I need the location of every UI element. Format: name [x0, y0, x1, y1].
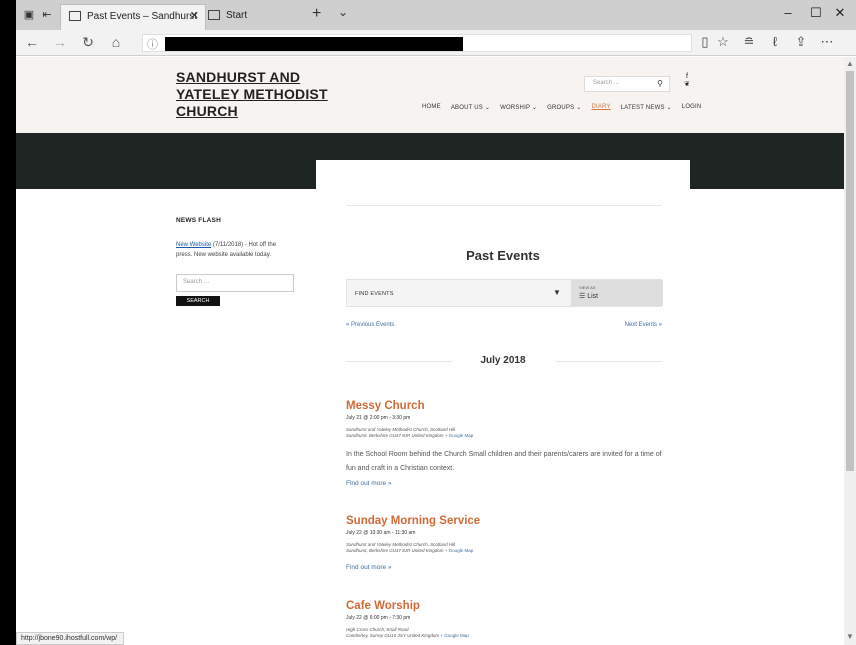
tab-past-events[interactable]: Past Events – Sandhurst ✕	[60, 4, 206, 30]
news-link[interactable]: New Website	[176, 242, 211, 248]
tab-preview-chevron-icon[interactable]: ⌄	[338, 5, 348, 19]
page-title: Past Events	[466, 248, 540, 263]
event-title-link[interactable]: Messy Church	[346, 400, 666, 412]
event-date: July 21 @ 2:00 pm - 3:30 pm	[346, 415, 411, 421]
event-date: July 22 @ 10:30 am - 11:30 am	[346, 530, 416, 536]
sidebar-search-placeholder: Search …	[183, 279, 210, 285]
tab-title: Start	[226, 10, 248, 21]
close-tab-icon[interactable]: ✕	[190, 9, 199, 22]
events-content: Past Events FIND EVENTS ▼ VIEW AS ☰ List…	[316, 160, 690, 645]
sidebar-search-input[interactable]: Search …	[176, 274, 294, 292]
scroll-up-icon[interactable]: ▲	[846, 59, 854, 68]
new-tab-button[interactable]: +	[312, 5, 321, 23]
month-separator: July 2018	[480, 355, 526, 366]
event-venue: High Cross Church, Knoll Road Camberley,…	[346, 627, 666, 639]
sidebar-search-button[interactable]: SEARCH	[176, 296, 220, 306]
event-title-link[interactable]: Sunday Morning Service	[346, 515, 666, 527]
tabs-aside-icon[interactable]: ⇤	[40, 8, 54, 22]
event-title-link[interactable]: Cafe Worship	[346, 600, 666, 612]
nav-latest-news[interactable]: LATEST NEWS ⌄	[621, 104, 672, 111]
url-input[interactable]: ⓘ	[142, 34, 692, 52]
start-page-icon	[208, 10, 220, 20]
refresh-icon[interactable]: ↻	[80, 34, 96, 51]
event-venue: Sandhurst and Yateley Methodist Church, …	[346, 427, 666, 439]
scroll-thumb[interactable]	[846, 71, 854, 471]
venue-line: Sandhurst, Berkshire GU47 8JR United Kin…	[346, 548, 444, 553]
page-icon	[69, 11, 81, 21]
nav-about-us[interactable]: ABOUT US ⌄	[451, 104, 490, 111]
scroll-down-icon[interactable]: ▼	[846, 632, 854, 641]
previous-events-link[interactable]: « Previous Events	[346, 322, 394, 328]
google-map-link[interactable]: + Google Map	[440, 633, 468, 638]
twitter-icon[interactable]: ❦	[682, 81, 692, 89]
event-item: Cafe Worship July 22 @ 6:00 pm - 7:30 pm…	[346, 600, 666, 639]
favorite-star-icon[interactable]: ☆	[714, 34, 732, 50]
status-bar-url: http://jbone90.ihostfull.com/wp/	[16, 632, 125, 645]
caret-down-icon[interactable]: ▼	[553, 288, 561, 297]
events-filter-bar: FIND EVENTS ▼ VIEW AS ☰ List	[346, 279, 663, 307]
title-bar: ▣ ⇤ Past Events – Sandhurst ✕ Start + ⌄ …	[16, 0, 856, 30]
search-icon[interactable]: ⚲	[657, 79, 663, 88]
next-events-link[interactable]: Next Events »	[625, 322, 662, 328]
reading-view-icon[interactable]: ▯	[696, 34, 714, 50]
site-title-link[interactable]: SANDHURST AND YATELEY METHODIST CHURCH	[176, 69, 346, 120]
close-window-button[interactable]: ✕	[830, 5, 850, 21]
nav-home[interactable]: HOME	[422, 104, 441, 111]
google-map-link[interactable]: + Google Map	[445, 433, 473, 438]
find-out-more-link[interactable]: Find out more »	[346, 564, 666, 571]
nav-login[interactable]: LOGIN	[682, 104, 702, 111]
venue-line: Sandhurst, Berkshire GU47 8JR United Kin…	[346, 433, 444, 438]
url-redacted	[165, 37, 463, 51]
facebook-icon[interactable]: f	[682, 73, 692, 81]
social-links: f ❦	[682, 73, 692, 89]
view-as-label: VIEW AS	[579, 285, 596, 290]
event-venue: Sandhurst and Yateley Methodist Church, …	[346, 542, 666, 554]
screen-background: ▣ ⇤ Past Events – Sandhurst ✕ Start + ⌄ …	[0, 0, 856, 645]
view-as-value: ☰ List	[579, 293, 599, 300]
maximize-button[interactable]: ☐	[806, 5, 826, 21]
minimize-button[interactable]: –	[778, 5, 798, 20]
site-header: SANDHURST AND YATELEY METHODIST CHURCH S…	[16, 57, 844, 133]
back-arrow-icon[interactable]: ←	[24, 34, 40, 50]
news-item: New Website (7/11/2018) - Hot off the pr…	[176, 240, 294, 260]
event-item: Messy Church July 21 @ 2:00 pm - 3:30 pm…	[346, 400, 666, 487]
view-as-selector[interactable]: VIEW AS ☰ List	[571, 280, 663, 306]
tab-actions-icon[interactable]: ▣	[22, 8, 36, 22]
venue-line: Camberley, Surrey GU15 3SY United Kingdo…	[346, 633, 440, 638]
divider	[346, 205, 662, 206]
sidebar: NEWS FLASH New Website (7/11/2018) - Hot…	[176, 217, 294, 306]
event-date: July 22 @ 6:00 pm - 7:30 pm	[346, 615, 411, 621]
news-flash-heading: NEWS FLASH	[176, 217, 221, 224]
find-events-toggle[interactable]: FIND EVENTS	[355, 291, 394, 297]
event-description: In the School Room behind the Church Sma…	[346, 451, 662, 472]
favorites-hub-icon[interactable]: ≘	[740, 34, 758, 50]
tab-title: Past Events – Sandhurst	[87, 11, 198, 22]
main-navigation: HOME ABOUT US ⌄ WORSHIP ⌄ GROUPS ⌄ DIARY…	[422, 104, 701, 111]
forward-arrow-icon[interactable]: →	[52, 34, 68, 50]
share-icon[interactable]: ⇪	[792, 34, 810, 50]
more-menu-icon[interactable]: ⋯	[818, 34, 836, 50]
nav-worship[interactable]: WORSHIP ⌄	[500, 104, 537, 111]
search-placeholder: Search …	[593, 80, 620, 86]
google-map-link[interactable]: + Google Map	[445, 548, 473, 553]
browser-window: ▣ ⇤ Past Events – Sandhurst ✕ Start + ⌄ …	[16, 0, 856, 645]
nav-groups[interactable]: GROUPS ⌄	[547, 104, 581, 111]
page-viewport: SANDHURST AND YATELEY METHODIST CHURCH S…	[16, 57, 844, 645]
address-bar: ← → ↻ ⌂ ⓘ ▯ ☆ ≘ ℓ ⇪ ⋯	[16, 30, 856, 56]
site-info-icon[interactable]: ⓘ	[147, 36, 158, 52]
page-scrollbar[interactable]: ▲ ▼	[844, 57, 856, 645]
event-item: Sunday Morning Service July 22 @ 10:30 a…	[346, 515, 666, 571]
find-out-more-link[interactable]: Find out more »	[346, 480, 666, 487]
web-note-icon[interactable]: ℓ	[766, 34, 784, 49]
header-search-input[interactable]: Search … ⚲	[584, 76, 670, 92]
nav-diary[interactable]: DIARY	[591, 104, 610, 111]
home-icon[interactable]: ⌂	[108, 34, 124, 50]
tab-start[interactable]: Start	[208, 4, 294, 30]
